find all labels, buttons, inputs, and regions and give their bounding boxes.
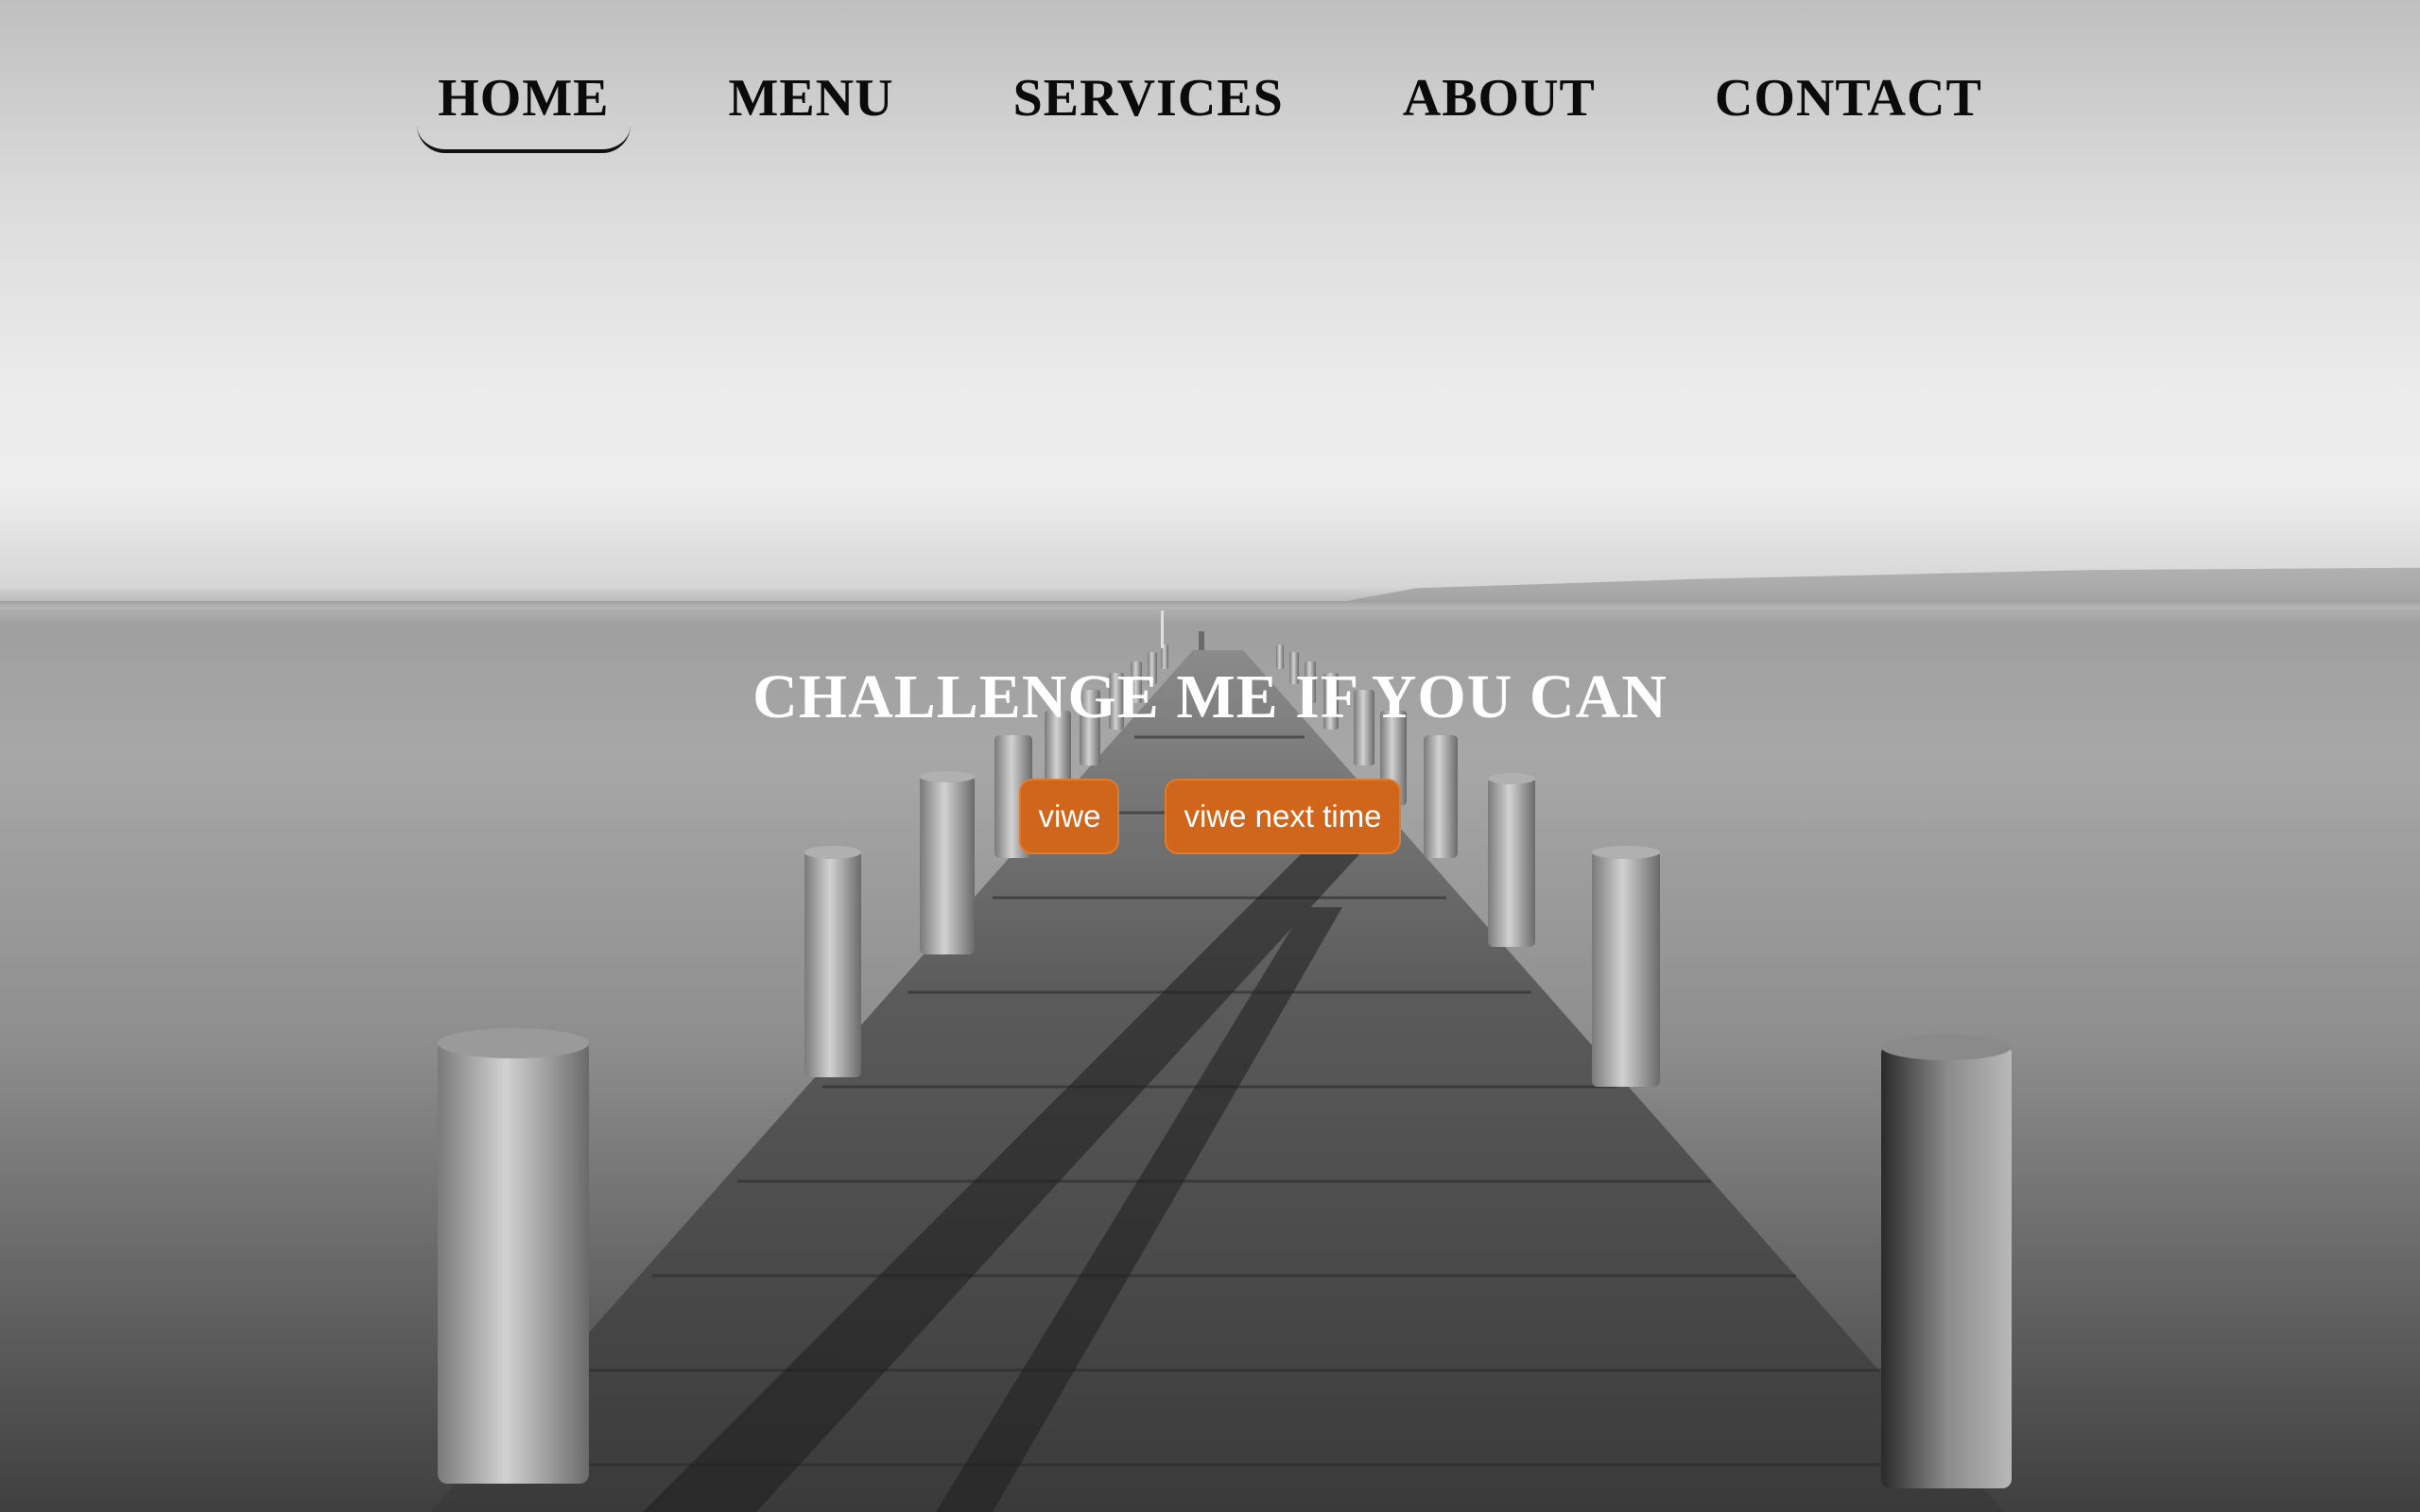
hero-buttons: viwe viwe next time [0,779,2420,854]
main-nav: HOME MENU SERVICES ABOUT CONTACT [0,68,2420,153]
nav-item-about[interactable]: ABOUT [1382,68,1616,129]
hero-title: CHALLENGE ME IF YOU CAN [752,662,1668,731]
hero-background: HOME MENU SERVICES ABOUT CONTACT CHALLEN… [0,0,2420,1512]
nav-item-contact[interactable]: CONTACT [1694,68,2003,129]
view-button[interactable]: viwe [1019,779,1120,854]
nav-item-menu[interactable]: MENU [708,68,915,129]
view-next-time-button[interactable]: viwe next time [1165,779,1401,854]
nav-item-services[interactable]: SERVICES [993,68,1305,129]
nav-item-home[interactable]: HOME [417,68,631,153]
hero-section: CHALLENGE ME IF YOU CAN viwe viwe next t… [0,662,2420,854]
